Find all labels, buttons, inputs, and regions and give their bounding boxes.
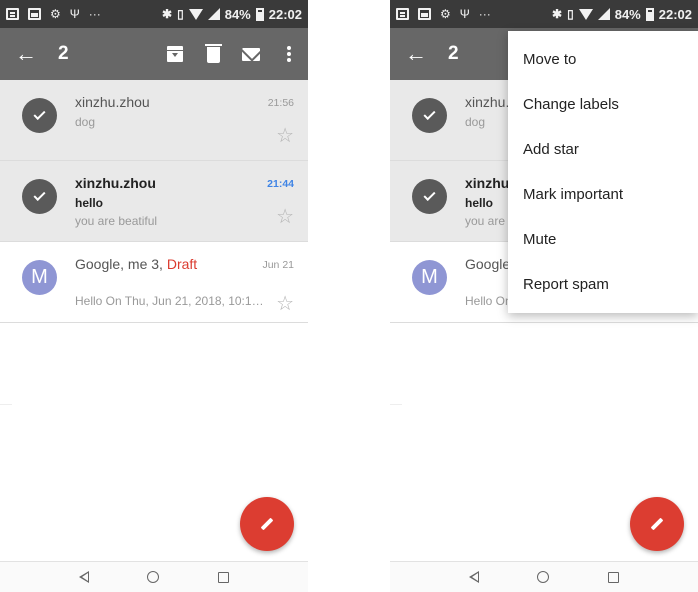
- email-row[interactable]: M Google, me 3, Draft Jun 21 Hello On Th…: [0, 242, 308, 323]
- star-icon[interactable]: ☆: [276, 294, 294, 314]
- battery-percent: 84%: [224, 6, 251, 22]
- battery-percent: 84%: [614, 6, 641, 22]
- email-snippet: Hello On Thu, Jun 21, 2018, 10:1…: [75, 294, 264, 308]
- email-subject: hello: [75, 196, 104, 210]
- settings-notification-icon: ⚙: [50, 7, 61, 21]
- email-row[interactable]: xinzhu.zhou 21:56 dog ☆: [0, 80, 308, 161]
- back-arrow-icon[interactable]: ←: [0, 28, 52, 80]
- draft-label: Draft: [166, 256, 198, 272]
- mail-icon: [242, 47, 260, 61]
- email-sender: xinzhu.: [465, 94, 510, 110]
- divider: [390, 404, 402, 405]
- status-bar: ⚙ Ψ ··· ✱ ▯ 84% 22:02: [390, 0, 698, 28]
- nav-home-icon[interactable]: [537, 571, 550, 583]
- more-vert-icon: [287, 52, 291, 56]
- compose-button[interactable]: [240, 497, 294, 551]
- email-snippet: you are beatiful: [75, 214, 158, 228]
- usb-icon: Ψ: [459, 7, 470, 21]
- message-notification-icon: [396, 8, 409, 20]
- delete-button[interactable]: [194, 28, 232, 80]
- wifi-icon: [578, 8, 593, 20]
- image-notification-icon: [28, 8, 41, 20]
- menu-item-move-to[interactable]: Move to: [508, 37, 698, 82]
- settings-notification-icon: ⚙: [440, 7, 451, 21]
- check-icon: [423, 107, 436, 121]
- menu-item-mark-important[interactable]: Mark important: [508, 172, 698, 217]
- email-subject: dog: [465, 115, 486, 129]
- battery-icon: [645, 7, 654, 21]
- menu-item-mute[interactable]: Mute: [508, 217, 698, 262]
- battery-icon: [255, 7, 264, 21]
- nav-home-icon[interactable]: [147, 571, 160, 583]
- email-sender: Google: [465, 256, 511, 272]
- phone-screen-left: ⚙ Ψ ··· ✱ ▯ 84% 22:02 ← 2 xinzhu.zhou 21…: [0, 0, 308, 592]
- overflow-dots: ···: [88, 7, 101, 21]
- star-icon[interactable]: ☆: [276, 126, 294, 146]
- email-sender: Google, me 3, Draft: [75, 256, 197, 272]
- signal-icon: [597, 8, 610, 20]
- bluetooth-icon: ✱: [552, 7, 563, 21]
- selected-check-avatar[interactable]: [22, 98, 57, 133]
- compose-button[interactable]: [630, 497, 684, 551]
- email-time: 21:56: [267, 97, 294, 109]
- signal-icon: [207, 8, 220, 20]
- email-row[interactable]: xinzhu.zhou 21:44 hello you are beatiful…: [0, 161, 308, 242]
- clock: 22:02: [658, 6, 692, 22]
- check-icon: [423, 188, 436, 202]
- menu-item-change-labels[interactable]: Change labels: [508, 82, 698, 127]
- email-snippet: you are: [465, 214, 506, 228]
- phone-screen-right: ⚙ Ψ ··· ✱ ▯ 84% 22:02 ← 2 xinzhu. dog xi…: [390, 0, 698, 592]
- menu-item-report-spam[interactable]: Report spam: [508, 262, 698, 307]
- pencil-icon: [650, 517, 664, 531]
- selected-check-avatar[interactable]: [412, 98, 447, 133]
- selected-check-avatar[interactable]: [412, 179, 447, 214]
- vibrate-icon: ▯: [567, 7, 574, 21]
- check-icon: [33, 107, 46, 121]
- nav-recents-icon[interactable]: [217, 571, 229, 583]
- email-sender: xinzhu.zhou: [75, 175, 156, 191]
- selection-toolbar: ← 2: [0, 28, 308, 80]
- selected-count: 2: [58, 43, 69, 64]
- vibrate-icon: ▯: [177, 7, 184, 21]
- message-notification-icon: [6, 8, 19, 20]
- overflow-dots: ···: [478, 7, 491, 21]
- check-icon: [33, 188, 46, 202]
- usb-icon: Ψ: [69, 7, 80, 21]
- back-arrow-icon[interactable]: ←: [390, 28, 442, 80]
- avatar[interactable]: M: [412, 260, 447, 295]
- overflow-menu: Move to Change labels Add star Mark impo…: [508, 31, 698, 313]
- email-list: xinzhu.zhou 21:56 dog ☆ xinzhu.zhou 21:4…: [0, 80, 308, 323]
- more-options-button[interactable]: [270, 28, 308, 80]
- navigation-bar: [0, 561, 308, 592]
- email-time: Jun 21: [262, 259, 294, 271]
- nav-back-icon[interactable]: [469, 571, 480, 583]
- pencil-icon: [260, 517, 274, 531]
- menu-item-add-star[interactable]: Add star: [508, 127, 698, 172]
- navigation-bar: [390, 561, 698, 592]
- divider: [0, 404, 12, 405]
- email-subject: hello: [465, 196, 494, 210]
- star-icon[interactable]: ☆: [276, 207, 294, 227]
- delete-icon: [204, 44, 222, 63]
- image-notification-icon: [418, 8, 431, 20]
- archive-button[interactable]: [156, 28, 194, 80]
- email-subject: dog: [75, 115, 96, 129]
- email-sender: xinzhu.zhou: [75, 94, 150, 110]
- nav-recents-icon[interactable]: [607, 571, 619, 583]
- avatar[interactable]: M: [22, 260, 57, 295]
- email-time: 21:44: [267, 178, 294, 190]
- email-sender-names: Google, me 3,: [75, 256, 167, 272]
- archive-icon: [167, 46, 183, 62]
- email-sender: xinzhu.: [465, 175, 514, 191]
- nav-back-icon[interactable]: [79, 571, 90, 583]
- clock: 22:02: [268, 6, 302, 22]
- selected-check-avatar[interactable]: [22, 179, 57, 214]
- wifi-icon: [188, 8, 203, 20]
- bluetooth-icon: ✱: [162, 7, 173, 21]
- mark-unread-button[interactable]: [232, 28, 270, 80]
- status-bar: ⚙ Ψ ··· ✱ ▯ 84% 22:02: [0, 0, 308, 28]
